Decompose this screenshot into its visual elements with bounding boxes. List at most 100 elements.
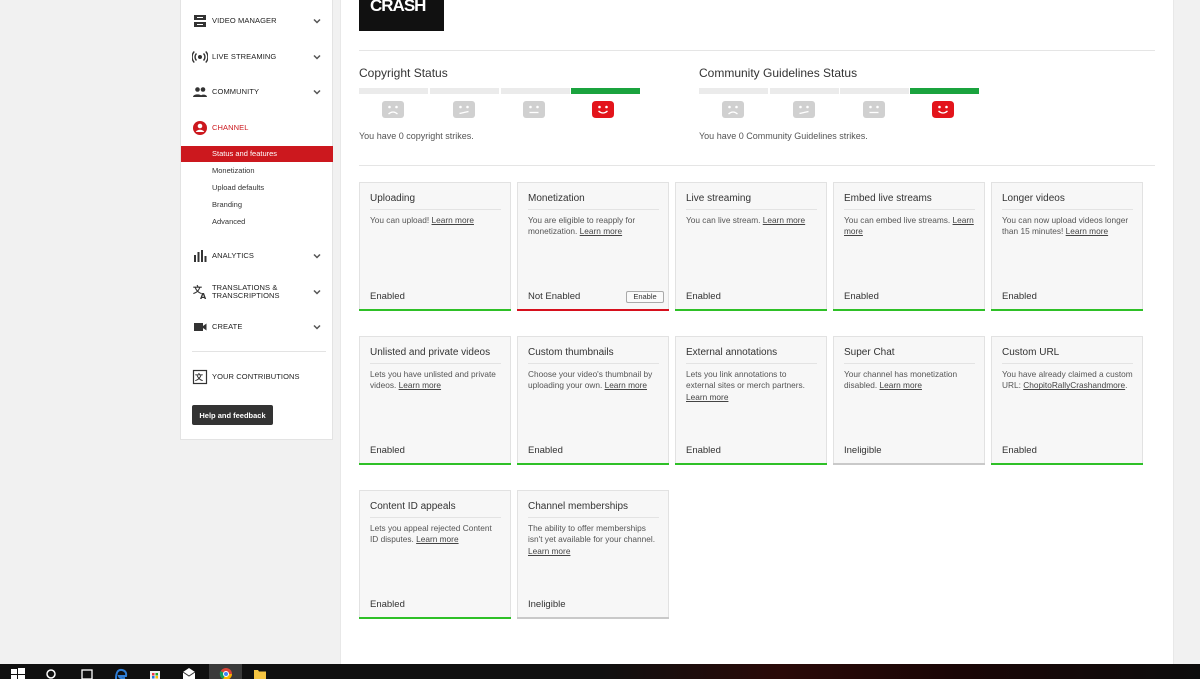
subnav-status-and-features[interactable]: Status and features bbox=[181, 146, 333, 162]
feature-card-status-bar bbox=[675, 463, 827, 465]
feature-card-status-bar bbox=[833, 309, 985, 311]
neutral-face-icon bbox=[863, 101, 885, 118]
feature-card-description: Lets you link annotations to external si… bbox=[686, 369, 818, 403]
learn-more-link[interactable]: Learn more bbox=[528, 546, 570, 556]
sidebar-divider bbox=[192, 351, 326, 352]
feature-card-status: Enabled bbox=[686, 291, 721, 302]
feature-card-description: The ability to offer memberships isn't y… bbox=[528, 523, 660, 557]
task-view-icon[interactable] bbox=[80, 667, 94, 679]
chevron-down-icon[interactable] bbox=[312, 87, 322, 97]
feature-card-description: Lets you appeal rejected Content ID disp… bbox=[370, 523, 502, 546]
channel-icon bbox=[193, 121, 207, 135]
strike-bar-current bbox=[910, 88, 979, 94]
strike-bar bbox=[359, 88, 428, 94]
subnav-branding[interactable]: Branding bbox=[181, 197, 333, 213]
feature-card: Content ID appeals Lets you appeal reject… bbox=[359, 490, 511, 619]
nav-live-streaming-label: LIVE STREAMING bbox=[212, 52, 277, 61]
learn-more-link[interactable]: Learn more bbox=[686, 392, 728, 402]
feature-card-status: Enabled bbox=[370, 291, 405, 302]
copyright-strikes-text: You have 0 copyright strikes. bbox=[359, 131, 474, 141]
nav-live-streaming[interactable]: LIVE STREAMING bbox=[181, 45, 332, 69]
search-icon[interactable] bbox=[45, 667, 59, 679]
file-explorer-icon[interactable] bbox=[253, 667, 267, 679]
windows-start-icon[interactable] bbox=[11, 667, 25, 679]
feature-card-title: Embed live streams bbox=[844, 193, 975, 210]
feature-card-status-bar bbox=[991, 463, 1143, 465]
feature-card-title: Content ID appeals bbox=[370, 501, 501, 518]
mail-icon[interactable] bbox=[182, 667, 196, 679]
learn-more-link[interactable]: ChopitoRallyCrashandmore bbox=[1023, 380, 1125, 390]
feature-card-status: Enabled bbox=[370, 599, 405, 610]
happy-face-icon bbox=[592, 101, 614, 118]
learn-more-link[interactable]: Learn more bbox=[580, 226, 622, 236]
feature-card: Custom thumbnails Choose your video's thu… bbox=[517, 336, 669, 465]
feature-card-title: Channel memberships bbox=[528, 501, 659, 518]
feature-card-status: Enabled bbox=[1002, 445, 1037, 456]
strike-bar bbox=[840, 88, 909, 94]
strike-bar-current bbox=[571, 88, 640, 94]
store-icon[interactable] bbox=[148, 667, 162, 679]
feature-card-description: You can live stream. Learn more bbox=[686, 215, 818, 226]
chevron-down-icon[interactable] bbox=[312, 16, 322, 26]
sad-face-icon bbox=[382, 101, 404, 118]
windows-taskbar bbox=[0, 664, 1200, 679]
subnav-advanced[interactable]: Advanced bbox=[181, 214, 333, 230]
chevron-down-icon[interactable] bbox=[312, 287, 322, 297]
feature-card-description-text: Lets you link annotations to external si… bbox=[686, 369, 805, 391]
nav-video-manager[interactable]: VIDEO MANAGER bbox=[181, 9, 332, 33]
nav-your-contributions[interactable]: 文 YOUR CONTRIBUTIONS bbox=[181, 365, 332, 389]
feature-card-title: Custom thumbnails bbox=[528, 347, 659, 364]
learn-more-link[interactable]: Learn more bbox=[880, 380, 922, 390]
translate-icon: 文 A bbox=[192, 284, 207, 300]
nav-community[interactable]: COMMUNITY bbox=[181, 80, 332, 104]
subnav-upload-defaults[interactable]: Upload defaults bbox=[181, 180, 333, 196]
feature-card-status: Enabled bbox=[844, 291, 879, 302]
feature-card-status: Enabled bbox=[528, 445, 563, 456]
feature-card-status: Ineligible bbox=[844, 445, 882, 456]
nav-analytics[interactable]: ANALYTICS bbox=[181, 244, 332, 268]
nav-create[interactable]: CREATE bbox=[181, 315, 332, 339]
learn-more-link[interactable]: Learn more bbox=[416, 534, 458, 544]
learn-more-link[interactable]: Learn more bbox=[432, 215, 474, 225]
chevron-down-icon[interactable] bbox=[312, 52, 322, 62]
feature-card-status: Ineligible bbox=[528, 599, 566, 610]
svg-text:文: 文 bbox=[195, 372, 204, 382]
channel-logo-text: CRASH bbox=[370, 0, 426, 15]
community-guidelines-strikes-text: You have 0 Community Guidelines strikes. bbox=[699, 131, 868, 141]
learn-more-link[interactable]: Learn more bbox=[1066, 226, 1108, 236]
help-and-feedback-button[interactable]: Help and feedback bbox=[192, 405, 273, 425]
live-streaming-icon bbox=[192, 51, 208, 63]
strike-bar bbox=[770, 88, 839, 94]
nav-translations[interactable]: 文 A TRANSLATIONS & TRANSCRIPTIONS bbox=[181, 280, 332, 304]
feature-card: Longer videos You can now upload videos l… bbox=[991, 182, 1143, 311]
edge-browser-icon[interactable] bbox=[114, 667, 128, 679]
nav-community-label: COMMUNITY bbox=[212, 87, 260, 96]
analytics-icon bbox=[194, 250, 207, 262]
strike-bar bbox=[501, 88, 570, 94]
chevron-down-icon[interactable] bbox=[312, 251, 322, 261]
strike-bar bbox=[430, 88, 499, 94]
community-guidelines-status: Community Guidelines Status You have 0 C… bbox=[699, 66, 989, 146]
feature-card: External annotations Lets you link annota… bbox=[675, 336, 827, 465]
subnav-monetization[interactable]: Monetization bbox=[181, 163, 333, 179]
learn-more-link[interactable]: Learn more bbox=[763, 215, 805, 225]
feature-card-description-text: You can live stream. bbox=[686, 215, 761, 225]
feature-card: Embed live streams You can embed live str… bbox=[833, 182, 985, 311]
feature-card-description: You can embed live streams. Learn more bbox=[844, 215, 976, 238]
feature-card-status-bar bbox=[833, 463, 985, 465]
chrome-icon[interactable] bbox=[219, 667, 233, 679]
community-icon bbox=[193, 87, 207, 97]
nav-analytics-label: ANALYTICS bbox=[212, 251, 255, 260]
nav-translations-label: TRANSLATIONS & TRANSCRIPTIONS bbox=[212, 283, 280, 300]
learn-more-link[interactable]: Learn more bbox=[399, 380, 441, 390]
nav-channel[interactable]: CHANNEL bbox=[181, 116, 332, 140]
strike-bar bbox=[699, 88, 768, 94]
feature-card-title: Longer videos bbox=[1002, 193, 1133, 210]
happy-face-icon bbox=[932, 101, 954, 118]
feature-card-description: You can upload! Learn more bbox=[370, 215, 502, 226]
enable-monetization-button[interactable]: Enable bbox=[626, 291, 664, 303]
nav-create-label: CREATE bbox=[212, 322, 243, 331]
learn-more-link[interactable]: Learn more bbox=[605, 380, 647, 390]
chevron-down-icon[interactable] bbox=[312, 322, 322, 332]
feature-card-description-text: You can upload! bbox=[370, 215, 430, 225]
